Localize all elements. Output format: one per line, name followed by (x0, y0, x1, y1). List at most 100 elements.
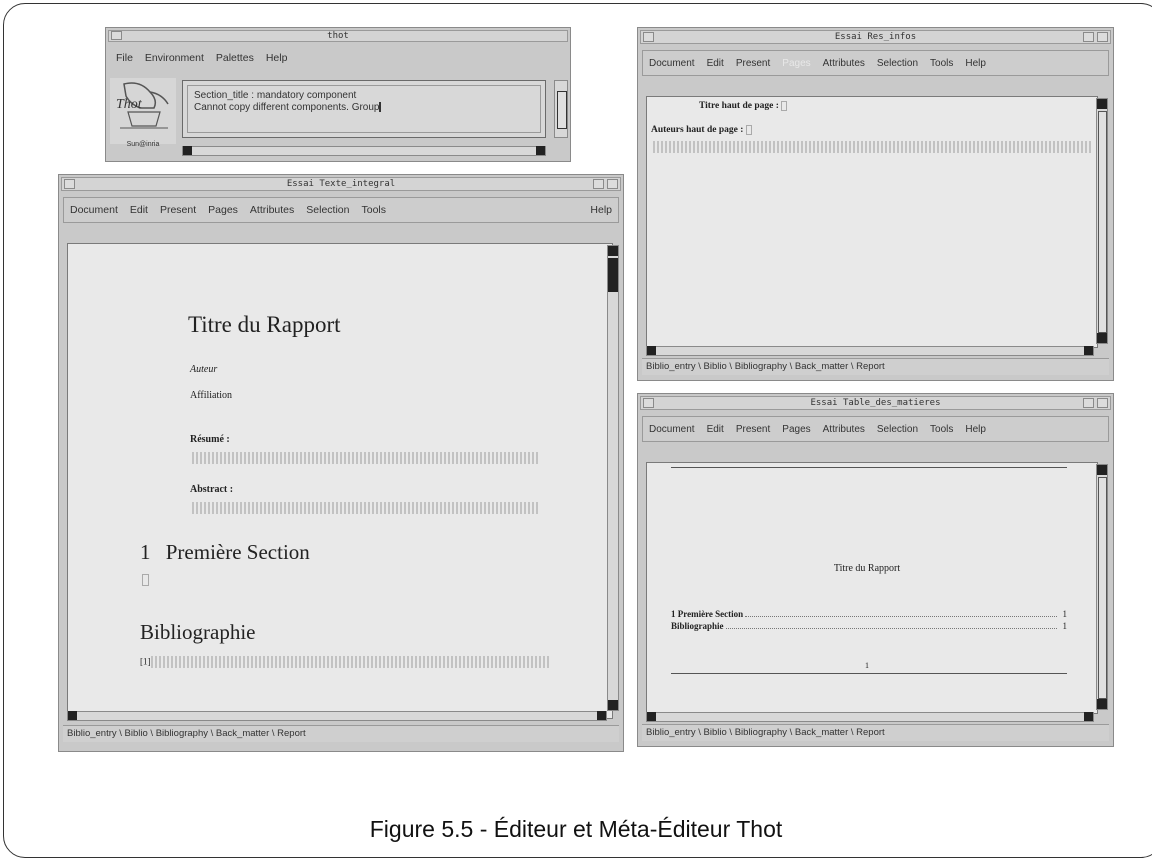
menu-attributes[interactable]: Attributes (250, 204, 294, 216)
window-menu-button[interactable] (111, 31, 122, 40)
scroll-left-arrow[interactable] (68, 711, 77, 720)
texte-document-area[interactable]: Titre du Rapport Auteur Affiliation Résu… (67, 243, 613, 719)
biblio-entry: [1] (140, 656, 549, 668)
scroll-right-arrow[interactable] (1084, 712, 1093, 721)
section-number: 1 (140, 540, 151, 564)
scroll-thumb[interactable] (1098, 477, 1107, 699)
toc-entry-1: 1 Première Section 1 (671, 609, 1067, 621)
menu-tools[interactable]: Tools (930, 58, 953, 69)
scroll-up-arrow[interactable] (608, 246, 618, 256)
scroll-down-arrow[interactable] (1097, 699, 1107, 709)
scroll-thumb[interactable] (1098, 111, 1107, 333)
message-area: Section_title : mandatory component Cann… (182, 80, 546, 138)
texte-statusbar: Biblio_entry \ Biblio \ Bibliography \ B… (63, 725, 619, 742)
menu-edit[interactable]: Edit (130, 204, 148, 216)
toc-entry-page: 1 (1062, 621, 1068, 631)
menu-selection[interactable]: Selection (877, 58, 918, 69)
maximize-button[interactable] (607, 179, 618, 189)
minimize-button[interactable] (593, 179, 604, 189)
window-menu-button[interactable] (643, 398, 654, 408)
res-infos-window: Essai Res_infos Document Edit Present Pa… (637, 27, 1114, 381)
menu-help[interactable]: Help (266, 52, 288, 64)
menu-tools[interactable]: Tools (930, 424, 953, 435)
menu-present[interactable]: Present (160, 204, 196, 216)
menu-present[interactable]: Present (736, 424, 770, 435)
abstract-label: Abstract : (190, 484, 234, 495)
scroll-left-arrow[interactable] (647, 346, 656, 355)
table-hscroll[interactable] (646, 712, 1094, 722)
figure-caption: Figure 5.5 - Éditeur et Méta-Éditeur Tho… (369, 816, 783, 842)
header-author-label: Auteurs haut de page : (651, 125, 744, 136)
menu-pages-disabled[interactable]: Pages (782, 58, 810, 69)
empty-field-marker (745, 125, 752, 135)
header-title-label: Titre haut de page : (699, 101, 779, 112)
scroll-down-arrow[interactable] (1097, 333, 1107, 343)
scroll-left-arrow[interactable] (647, 712, 656, 721)
toc-entry-page: 1 (1062, 609, 1068, 619)
menu-attributes[interactable]: Attributes (823, 424, 865, 435)
menu-present[interactable]: Present (736, 58, 770, 69)
menu-document[interactable]: Document (649, 424, 695, 435)
menu-pages[interactable]: Pages (782, 424, 810, 435)
resinfos-hscroll[interactable] (646, 346, 1094, 356)
menu-file[interactable]: File (116, 52, 133, 64)
maximize-button[interactable] (1097, 32, 1108, 42)
menu-selection[interactable]: Selection (306, 204, 349, 216)
scroll-up-arrow[interactable] (1097, 99, 1107, 109)
minimize-button[interactable] (1083, 32, 1094, 42)
menu-tools[interactable]: Tools (361, 204, 386, 216)
biblio-placeholder (150, 656, 549, 668)
doc-author: Auteur (190, 364, 218, 375)
menu-edit[interactable]: Edit (707, 424, 724, 435)
toc-entry-2: Bibliographie 1 (671, 621, 1067, 633)
texte-hscroll[interactable] (67, 711, 607, 721)
menu-help[interactable]: Help (965, 58, 986, 69)
resinfos-titlebar: Essai Res_infos (640, 30, 1111, 44)
menu-selection[interactable]: Selection (877, 424, 918, 435)
texte-menubar: Document Edit Present Pages Attributes S… (63, 197, 619, 223)
empty-field-marker (781, 101, 788, 111)
text-cursor (379, 102, 382, 113)
thot-logo: Thot Sun@inria (110, 78, 176, 148)
header-author-line: Auteurs haut de page : (651, 125, 752, 135)
doc-title: Titre du Rapport (188, 312, 341, 337)
table-menubar: Document Edit Present Pages Attributes S… (642, 416, 1109, 442)
window-menu-button[interactable] (643, 32, 654, 42)
scroll-right-arrow[interactable] (1084, 346, 1093, 355)
table-document-area[interactable]: Titre du Rapport 1 Première Section 1 Bi… (646, 462, 1098, 714)
texte-vscroll[interactable] (607, 245, 619, 711)
menu-document[interactable]: Document (649, 58, 695, 69)
table-title: Essai Table_des_matieres (810, 398, 941, 408)
menu-pages[interactable]: Pages (208, 204, 238, 216)
message-hscroll[interactable] (182, 146, 546, 156)
menu-attributes[interactable]: Attributes (823, 58, 865, 69)
minimize-button[interactable] (1083, 398, 1094, 408)
message-vscroll[interactable] (554, 80, 568, 138)
empty-paragraph-marker (142, 574, 149, 586)
resinfos-vscroll[interactable] (1096, 98, 1108, 344)
menu-edit[interactable]: Edit (707, 58, 724, 69)
toc-doc-title: Titre du Rapport (833, 563, 901, 574)
scroll-left-arrow[interactable] (183, 146, 192, 155)
scroll-right-arrow[interactable] (597, 711, 606, 720)
scroll-up-arrow[interactable] (1097, 465, 1107, 475)
thot-logo-sub: Sun@inria (126, 141, 160, 148)
scroll-right-arrow[interactable] (536, 146, 545, 155)
scroll-thumb[interactable] (608, 258, 618, 292)
resinfos-document-area[interactable]: Titre haut de page : Auteurs haut de pag… (646, 96, 1098, 348)
menu-document[interactable]: Document (70, 204, 118, 216)
menu-palettes[interactable]: Palettes (216, 52, 254, 64)
maximize-button[interactable] (1097, 398, 1108, 408)
scroll-down-arrow[interactable] (608, 700, 618, 710)
window-menu-button[interactable] (64, 179, 75, 189)
resume-label: Résumé : (190, 434, 230, 445)
menu-environment[interactable]: Environment (145, 52, 204, 64)
table-titlebar: Essai Table_des_matieres (640, 396, 1111, 410)
menu-help[interactable]: Help (965, 424, 986, 435)
scroll-thumb[interactable] (557, 91, 567, 129)
table-des-matieres-window: Essai Table_des_matieres Document Edit P… (637, 393, 1114, 747)
page-top-rule (671, 467, 1067, 468)
table-vscroll[interactable] (1096, 464, 1108, 710)
biblio-heading: Bibliographie (140, 620, 256, 644)
menu-help[interactable]: Help (590, 204, 612, 216)
